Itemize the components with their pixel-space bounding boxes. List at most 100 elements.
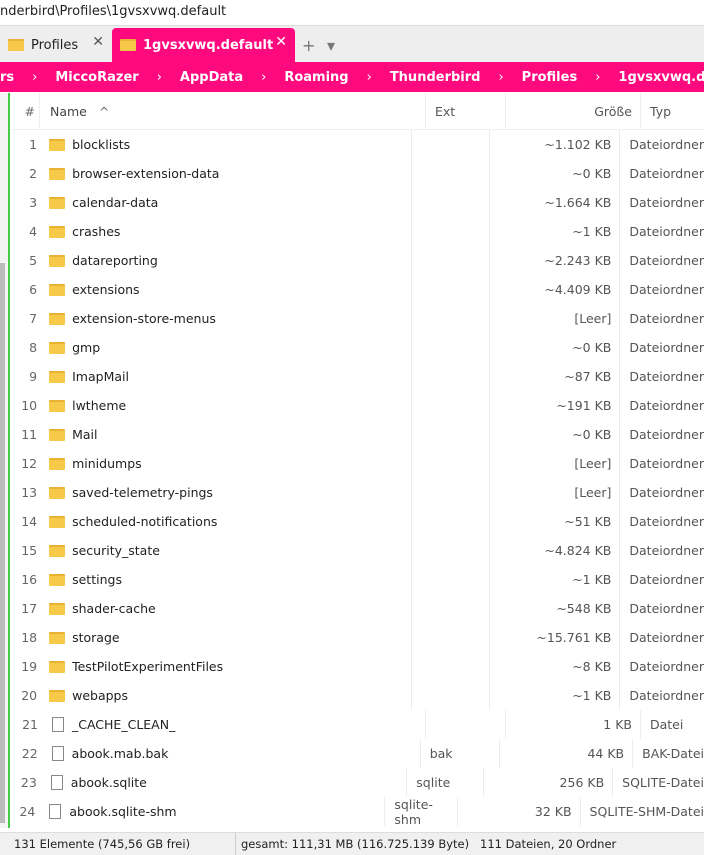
close-icon[interactable]: ✕ bbox=[92, 34, 104, 50]
row-type: Dateiordner bbox=[629, 253, 704, 268]
row-name-cell: browser-extension-data bbox=[39, 159, 413, 188]
tab-profiles[interactable]: Profiles ✕ bbox=[0, 28, 112, 62]
table-row[interactable]: 16 settings ~1 KB Dateiordner bbox=[12, 565, 704, 594]
row-number: 3 bbox=[29, 195, 38, 210]
row-name-cell: Mail bbox=[39, 420, 413, 449]
column-header-row: # Name ^ Ext Größe Typ bbox=[12, 93, 704, 130]
row-name-cell: settings bbox=[39, 565, 413, 594]
row-ext bbox=[412, 304, 490, 333]
breadcrumb-item[interactable]: AppData bbox=[180, 70, 243, 85]
row-number: 8 bbox=[29, 340, 38, 355]
row-name-cell: ImapMail bbox=[39, 362, 413, 391]
table-row[interactable]: 15 security_state ~4.824 KB Dateiordner bbox=[12, 536, 704, 565]
row-size: ~4.409 KB bbox=[490, 275, 621, 304]
left-pane-scrollbar[interactable] bbox=[0, 93, 10, 828]
table-row[interactable]: 18 storage ~15.761 KB Dateiordner bbox=[12, 623, 704, 652]
row-size: [Leer] bbox=[490, 449, 621, 478]
tab-bar: Profiles ✕ 1gvsxvwq.default ✕ + ▾ bbox=[0, 26, 704, 62]
tab-label: Profiles bbox=[31, 37, 79, 53]
chevron-right-icon[interactable]: › bbox=[498, 70, 503, 85]
chevron-right-icon[interactable]: › bbox=[32, 70, 37, 85]
file-name: datareporting bbox=[72, 253, 158, 268]
table-row[interactable]: 17 shader-cache ~548 KB Dateiordner bbox=[12, 594, 704, 623]
row-number: 6 bbox=[29, 282, 38, 297]
breadcrumb: rs › MiccoRazer › AppData › Roaming › Thunderbir… bbox=[0, 62, 704, 92]
breadcrumb-item[interactable]: 1gvsxvwq.default bbox=[618, 70, 704, 85]
row-ext bbox=[412, 681, 490, 710]
row-number: 2 bbox=[29, 166, 38, 181]
chevron-right-icon[interactable]: › bbox=[595, 70, 600, 85]
table-row[interactable]: 14 scheduled-notifications ~51 KB Dateio… bbox=[12, 507, 704, 536]
file-name: crashes bbox=[72, 224, 121, 239]
table-row[interactable]: 12 minidumps [Leer] Dateiordner bbox=[12, 449, 704, 478]
row-size: ~51 KB bbox=[490, 507, 621, 536]
row-ext bbox=[412, 594, 490, 623]
column-header-num[interactable]: # bbox=[12, 93, 40, 129]
table-row[interactable]: 23 abook.sqlite sqlite 256 KB SQLITE-Dat… bbox=[12, 768, 704, 797]
folder-icon bbox=[49, 515, 66, 528]
table-row[interactable]: 1 blocklists ~1.102 KB Dateiordner bbox=[12, 130, 704, 159]
row-number: 9 bbox=[29, 369, 38, 384]
folder-icon bbox=[49, 544, 66, 557]
new-tab-button[interactable]: + bbox=[302, 36, 315, 55]
breadcrumb-item[interactable]: rs bbox=[0, 70, 14, 85]
table-row[interactable]: 22 abook.mab.bak bak 44 KB BAK-Datei bbox=[12, 739, 704, 768]
table-row[interactable]: 3 calendar-data ~1.664 KB Dateiordner bbox=[12, 188, 704, 217]
row-ext bbox=[412, 652, 490, 681]
table-row[interactable]: 13 saved-telemetry-pings [Leer] Dateiord… bbox=[12, 478, 704, 507]
chevron-right-icon[interactable]: › bbox=[261, 70, 266, 85]
table-row[interactable]: 11 Mail ~0 KB Dateiordner bbox=[12, 420, 704, 449]
table-row[interactable]: 20 webapps ~1 KB Dateiordner bbox=[12, 681, 704, 710]
tab-1gvsxvwq-default[interactable]: 1gvsxvwq.default ✕ bbox=[112, 28, 295, 62]
breadcrumb-item[interactable]: Roaming bbox=[284, 70, 348, 85]
table-row[interactable]: 2 browser-extension-data ~0 KB Dateiordn… bbox=[12, 159, 704, 188]
breadcrumb-item[interactable]: Thunderbird bbox=[390, 70, 481, 85]
chevron-right-icon[interactable]: › bbox=[157, 70, 162, 85]
folder-icon bbox=[49, 428, 66, 441]
tab-menu-button[interactable]: ▾ bbox=[327, 36, 335, 55]
row-number: 18 bbox=[21, 630, 38, 645]
breadcrumb-item[interactable]: Profiles bbox=[522, 70, 578, 85]
row-size: ~2.243 KB bbox=[490, 246, 621, 275]
file-name: gmp bbox=[72, 340, 101, 355]
table-row[interactable]: 10 lwtheme ~191 KB Dateiordner bbox=[12, 391, 704, 420]
table-row[interactable]: 5 datareporting ~2.243 KB Dateiordner bbox=[12, 246, 704, 275]
row-name-cell: extensions bbox=[39, 275, 413, 304]
table-row[interactable]: 24 abook.sqlite-shm sqlite-shm 32 KB SQL… bbox=[12, 797, 704, 827]
row-ext bbox=[412, 130, 490, 159]
table-row[interactable]: 7 extension-store-menus [Leer] Dateiordn… bbox=[12, 304, 704, 333]
folder-icon bbox=[49, 283, 66, 296]
table-row[interactable]: 19 TestPilotExperimentFiles ~8 KB Dateio… bbox=[12, 652, 704, 681]
row-size: 256 KB bbox=[484, 768, 614, 797]
table-row[interactable]: 6 extensions ~4.409 KB Dateiordner bbox=[12, 275, 704, 304]
row-type: Dateiordner bbox=[629, 427, 704, 442]
row-name-cell: minidumps bbox=[39, 449, 413, 478]
row-size: ~1 KB bbox=[490, 681, 621, 710]
file-name: extension-store-menus bbox=[72, 311, 216, 326]
row-name-cell: extension-store-menus bbox=[39, 304, 413, 333]
file-icon bbox=[50, 775, 63, 790]
column-header-type[interactable]: Typ bbox=[641, 104, 671, 119]
folder-icon bbox=[49, 399, 66, 412]
file-name: Mail bbox=[72, 427, 98, 442]
row-number: 22 bbox=[21, 746, 38, 761]
table-row[interactable]: 4 crashes ~1 KB Dateiordner bbox=[12, 217, 704, 246]
row-size: ~0 KB bbox=[490, 420, 621, 449]
row-name-cell: _CACHE_CLEAN_ bbox=[40, 710, 426, 739]
column-header-ext[interactable]: Ext bbox=[426, 93, 506, 129]
row-size: ~15.761 KB bbox=[490, 623, 621, 652]
scrollbar-thumb[interactable] bbox=[0, 263, 5, 823]
column-header-name[interactable]: Name ^ bbox=[40, 93, 426, 129]
breadcrumb-item[interactable]: MiccoRazer bbox=[55, 70, 138, 85]
chevron-right-icon[interactable]: › bbox=[367, 70, 372, 85]
table-row[interactable]: 8 gmp ~0 KB Dateiordner bbox=[12, 333, 704, 362]
table-row[interactable]: 9 ImapMail ~87 KB Dateiordner bbox=[12, 362, 704, 391]
close-icon[interactable]: ✕ bbox=[275, 34, 287, 50]
file-name: extensions bbox=[72, 282, 140, 297]
row-size: ~1 KB bbox=[490, 217, 621, 246]
table-row[interactable]: 21 _CACHE_CLEAN_ 1 KB Datei bbox=[12, 710, 704, 739]
file-name: lwtheme bbox=[72, 398, 127, 413]
row-number: 17 bbox=[21, 601, 38, 616]
file-name: calendar-data bbox=[72, 195, 159, 210]
column-header-size[interactable]: Größe bbox=[506, 93, 641, 129]
